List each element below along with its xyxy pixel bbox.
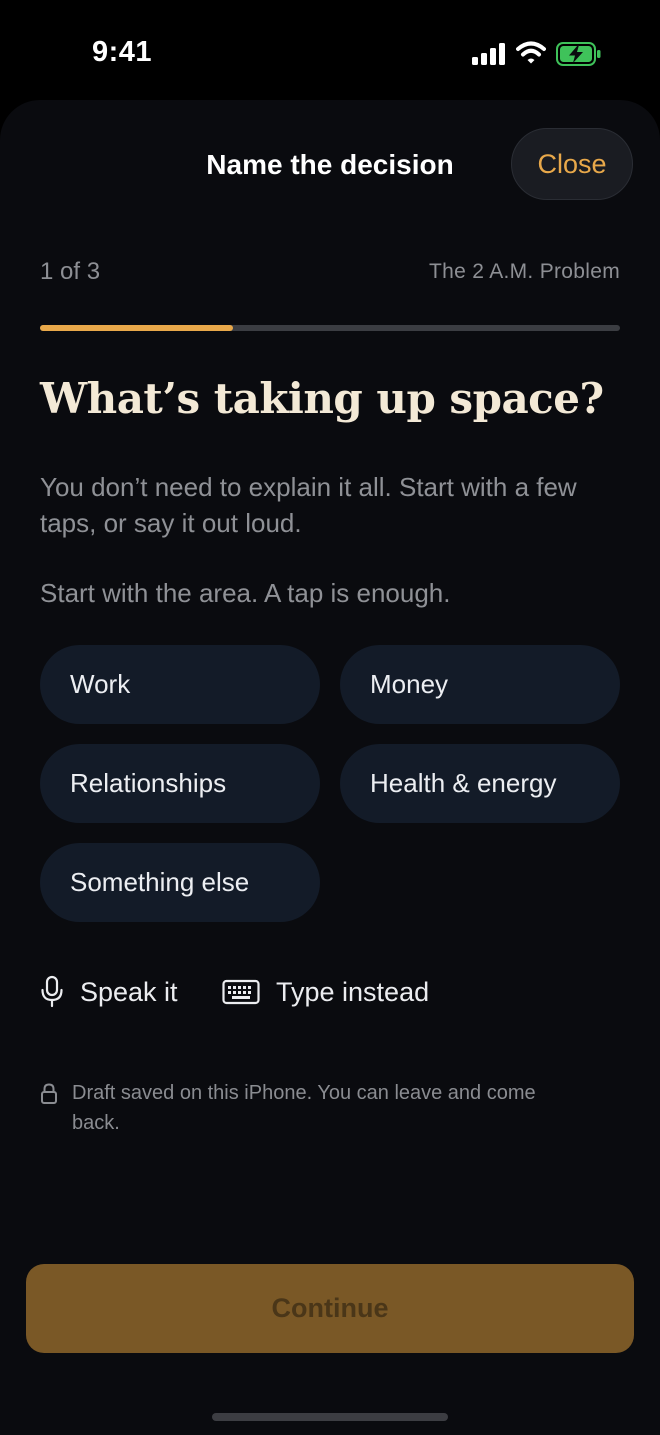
page-heading: What’s taking up space? xyxy=(40,374,604,423)
continue-button[interactable]: Continue xyxy=(26,1264,634,1353)
step-caption: The 2 A.M. Problem xyxy=(429,260,620,283)
progress-fill xyxy=(40,325,234,331)
battery-charging-icon xyxy=(556,42,601,66)
cellular-signal-icon xyxy=(472,43,505,65)
progress-bar xyxy=(40,325,620,331)
step-counter: 1 of 3 xyxy=(40,258,101,285)
draft-saved-text: Draft saved on this iPhone. You can leav… xyxy=(72,1082,536,1134)
speak-it-label: Speak it xyxy=(80,976,178,1007)
intro-text: You don’t need to explain it all. Start … xyxy=(40,472,577,538)
type-instead-button[interactable]: Type instead xyxy=(222,972,429,1012)
area-chip-label: Money xyxy=(370,669,449,699)
area-chip-health-energy[interactable]: Health & energy xyxy=(340,744,620,823)
sheet-title: Name the decision xyxy=(206,149,454,180)
area-chip-relationships[interactable]: Relationships xyxy=(40,744,320,823)
area-chip-label: Work xyxy=(70,669,131,699)
close-button[interactable]: Close xyxy=(511,128,633,200)
home-indicator xyxy=(212,1413,448,1421)
lock-icon xyxy=(41,1083,57,1104)
decision-sheet: Name the decision Close 1 of 3 The 2 A.M… xyxy=(0,100,660,1435)
wifi-icon xyxy=(516,41,546,64)
area-chip-money[interactable]: Money xyxy=(340,645,620,724)
screen: 9:41 Name the decision Close 1 of 3 The … xyxy=(0,0,660,1435)
area-chip-label: Relationships xyxy=(70,768,227,798)
area-chip-label: Health & energy xyxy=(370,768,557,798)
draft-note: Draft saved on this iPhone. You can leav… xyxy=(40,1078,552,1138)
speak-it-button[interactable]: Speak it xyxy=(40,972,178,1012)
status-bar: 9:41 xyxy=(0,0,660,100)
type-instead-label: Type instead xyxy=(276,976,430,1007)
status-time: 9:41 xyxy=(92,36,153,68)
area-prompt: Start with the area. A tap is enough. xyxy=(40,578,451,608)
area-chip-work[interactable]: Work xyxy=(40,645,320,724)
area-chip-label: Something else xyxy=(70,867,250,897)
keyboard-icon xyxy=(222,979,260,1005)
microphone-icon xyxy=(41,975,63,1008)
area-chip-something-else[interactable]: Something else xyxy=(40,843,320,922)
